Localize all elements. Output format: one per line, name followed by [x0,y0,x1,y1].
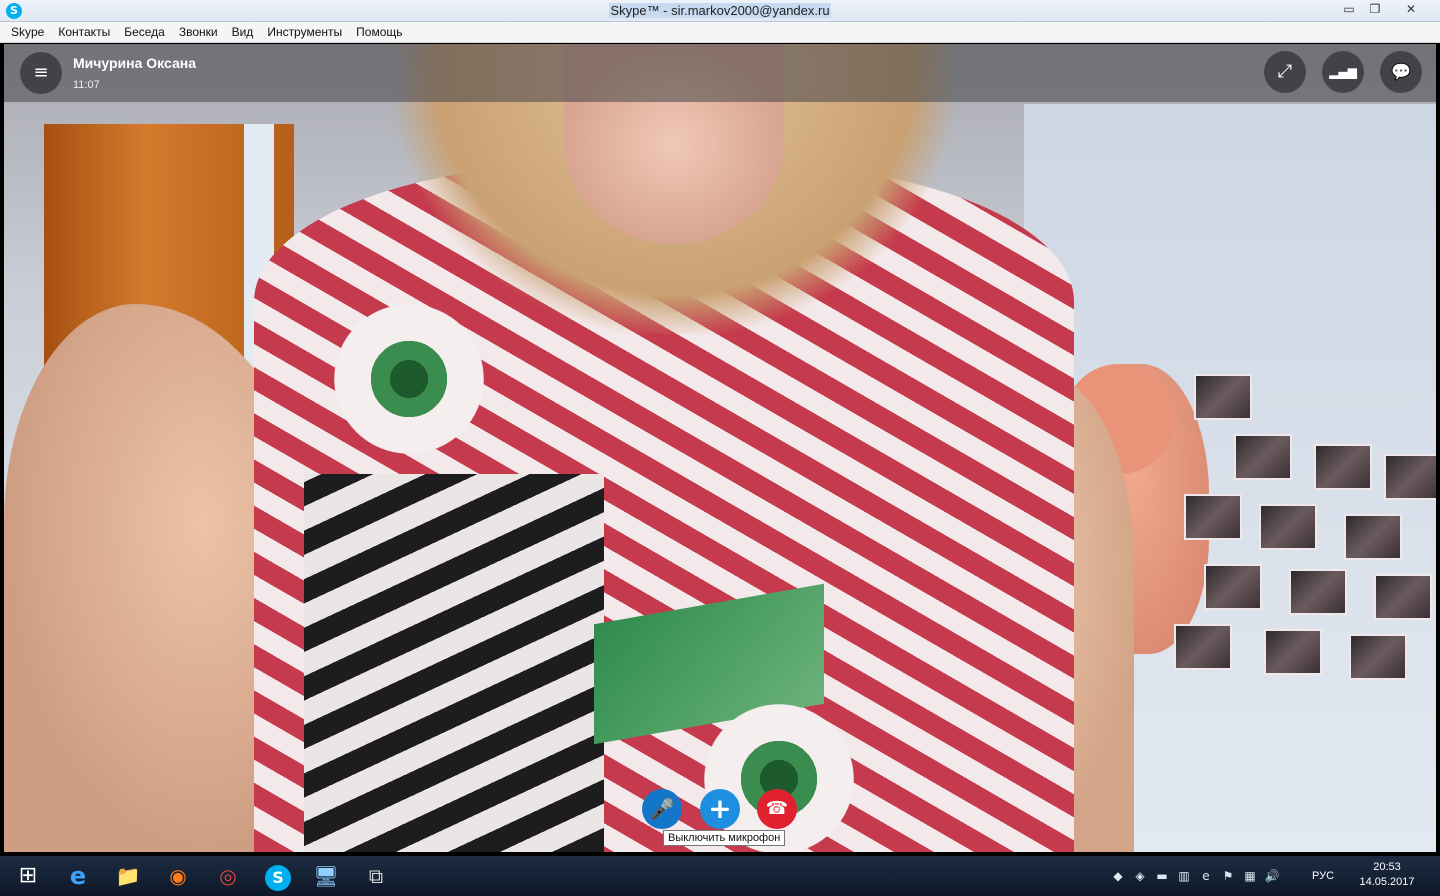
mic-tooltip: Выключить микрофон [663,830,786,846]
video-photo [1259,504,1317,550]
call-menu-button[interactable]: ≡ [20,52,62,94]
skype-icon: S [265,865,291,891]
tray-app-icon[interactable]: ◆ [1110,869,1126,883]
add-participant-button[interactable]: + [700,789,740,829]
tray-flag-icon[interactable]: ⚑ [1220,869,1236,883]
taskbar-firefox[interactable]: ◉ [158,860,198,892]
chrome-icon: ◎ [219,864,237,888]
taskbar-internet-explorer[interactable]: e [58,860,98,892]
monitor-icon: 🖥 [313,864,339,888]
taskbar-clock[interactable]: 20:53 14.05.2017 [1356,860,1418,890]
mute-microphone-button[interactable]: 🎤 [642,789,682,829]
folder-icon: 📁 [115,864,141,888]
system-tray: ◆ ◈ ▬ ▥ e ⚑ ▦ 🔊 [1110,856,1280,896]
tray-network-icon[interactable]: ▦ [1242,869,1258,883]
taskbar-chrome[interactable]: ◎ [208,860,248,892]
video-photo [1344,514,1402,560]
window-title: Skype™ - sir.markov2000@yandex.ru [0,3,1440,18]
video-photo [1184,494,1242,540]
windows-logo-icon: ⊞ [18,863,38,888]
input-language[interactable]: РУС [1312,870,1334,882]
call-duration: 11:07 [73,79,100,91]
expand-icon: ⤢ [1277,61,1293,82]
video-photo [1234,434,1292,480]
taskbar-computer[interactable]: 🖥 [306,860,346,892]
taskbar-file-explorer[interactable]: 📁 [108,860,148,892]
video-photo [1264,629,1322,675]
video-photo [1374,574,1432,620]
show-chat-button[interactable]: 💬 [1380,51,1422,93]
caller-name: Мичурина Оксана [73,55,196,71]
end-call-button[interactable]: ☎ [757,789,797,829]
windows-taskbar: ⊞ e 📁 ◉ ◎ S 🖥 ⧉ ◆ ◈ ▬ ▥ e ⚑ ▦ 🔊 РУС 20:5… [0,856,1440,896]
video-photo [1204,564,1262,610]
tray-device-icon[interactable]: ▥ [1176,869,1192,883]
microphone-icon: 🎤 [649,797,675,821]
title-bar: S Skype™ - sir.markov2000@yandex.ru ▭ ❐ … [0,0,1440,22]
video-shirt-stripes [304,474,604,852]
video-photo [1174,624,1232,670]
taskbar-remote-desktop[interactable]: ⧉ [356,860,396,892]
menu-tools[interactable]: Инструменты [260,22,349,42]
plus-icon: + [708,792,732,825]
start-button[interactable]: ⊞ [8,860,48,892]
video-photo [1289,569,1347,615]
menu-view[interactable]: Вид [225,22,261,42]
taskbar-skype[interactable]: S [258,860,298,892]
menu-calls[interactable]: Звонки [172,22,225,42]
video-photo [1384,454,1436,500]
call-quality-button[interactable]: ▂▄▆ [1322,51,1364,93]
call-header: ≡ Мичурина Оксана 11:07 ⤢ ▂▄▆ 💬 [4,44,1436,102]
menu-conversation[interactable]: Беседа [117,22,172,42]
minimize-button[interactable]: ▭ [1336,1,1362,18]
tray-volume-icon[interactable]: 🔊 [1264,869,1280,883]
skype-window: S Skype™ - sir.markov2000@yandex.ru ▭ ❐ … [0,0,1440,896]
menu-contacts[interactable]: Контакты [51,22,117,42]
signal-icon: ▂▄▆ [1329,65,1357,79]
clock-date: 14.05.2017 [1359,876,1415,888]
video-photo [1314,444,1372,490]
video-feed [4,44,1436,852]
list-icon: ≡ [33,62,49,83]
clock-time: 20:53 [1373,861,1401,873]
hang-up-icon: ☎ [765,798,789,819]
internet-explorer-icon: e [69,862,87,890]
menu-bar: Skype Контакты Беседа Звонки Вид Инструм… [0,22,1440,43]
video-photo [1194,374,1252,420]
tray-usb-icon[interactable]: ▬ [1154,869,1170,883]
remote-desktop-icon: ⧉ [368,864,384,888]
menu-skype[interactable]: Skype [4,22,51,42]
firefox-icon: ◉ [169,864,187,888]
menu-help[interactable]: Помощь [349,22,409,42]
video-photo-collage [1174,354,1436,684]
chat-icon: 💬 [1391,62,1411,81]
maximize-button[interactable]: ❐ [1362,1,1388,18]
video-shirt-flower [334,304,484,454]
tray-sync-icon[interactable]: ◈ [1132,869,1148,883]
video-photo [1349,634,1407,680]
tray-ie-icon[interactable]: e [1198,869,1214,883]
window-title-text: Skype™ - sir.markov2000@yandex.ru [609,3,831,18]
fullscreen-button[interactable]: ⤢ [1264,51,1306,93]
close-button[interactable]: ✕ [1396,1,1426,18]
